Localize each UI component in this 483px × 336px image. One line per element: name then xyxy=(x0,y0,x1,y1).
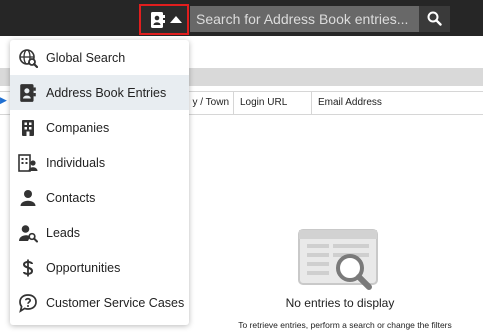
menu-item-companies[interactable]: Companies xyxy=(10,110,189,145)
dollar-icon xyxy=(18,258,38,278)
person-icon xyxy=(18,188,38,208)
menu-item-address-book-entries[interactable]: Address Book Entries xyxy=(10,75,189,110)
menu-item-customer-service-cases[interactable]: Customer Service Cases xyxy=(10,285,189,320)
menu-item-opportunities[interactable]: Opportunities xyxy=(10,250,189,285)
global-search-icon xyxy=(18,48,38,68)
address-book-icon xyxy=(18,83,38,103)
empty-list-icon xyxy=(297,228,379,297)
empty-state-title: No entries to display xyxy=(285,296,395,310)
menu-item-label: Global Search xyxy=(46,50,126,65)
menu-item-label: Customer Service Cases xyxy=(46,295,185,310)
building-icon xyxy=(18,118,38,138)
address-book-icon xyxy=(149,11,167,34)
search-scope-button[interactable] xyxy=(139,4,189,35)
caret-up-icon xyxy=(170,10,182,28)
search-icon xyxy=(427,11,442,26)
column-header-login-url[interactable]: Login URL xyxy=(233,92,311,114)
question-bubble-icon xyxy=(18,293,38,313)
menu-item-label: Address Book Entries xyxy=(46,85,167,100)
search-scope-menu: Global Search Address Book Entries Compa… xyxy=(10,40,189,325)
top-bar xyxy=(0,0,483,36)
menu-item-label: Individuals xyxy=(46,155,106,170)
individuals-icon xyxy=(18,153,38,173)
menu-item-contacts[interactable]: Contacts xyxy=(10,180,189,215)
menu-item-label: Contacts xyxy=(46,190,96,205)
menu-item-global-search[interactable]: Global Search xyxy=(10,40,189,75)
menu-item-label: Companies xyxy=(46,120,110,135)
menu-item-label: Opportunities xyxy=(46,260,121,275)
person-search-icon xyxy=(18,223,38,243)
search-button[interactable] xyxy=(419,6,450,32)
column-header-email[interactable]: Email Address xyxy=(311,92,483,114)
menu-item-individuals[interactable]: Individuals xyxy=(10,145,189,180)
menu-item-label: Leads xyxy=(46,225,81,240)
search-input[interactable] xyxy=(190,6,419,32)
empty-state-hint: To retrieve entries, perform a search or… xyxy=(238,320,452,330)
menu-item-leads[interactable]: Leads xyxy=(10,215,189,250)
